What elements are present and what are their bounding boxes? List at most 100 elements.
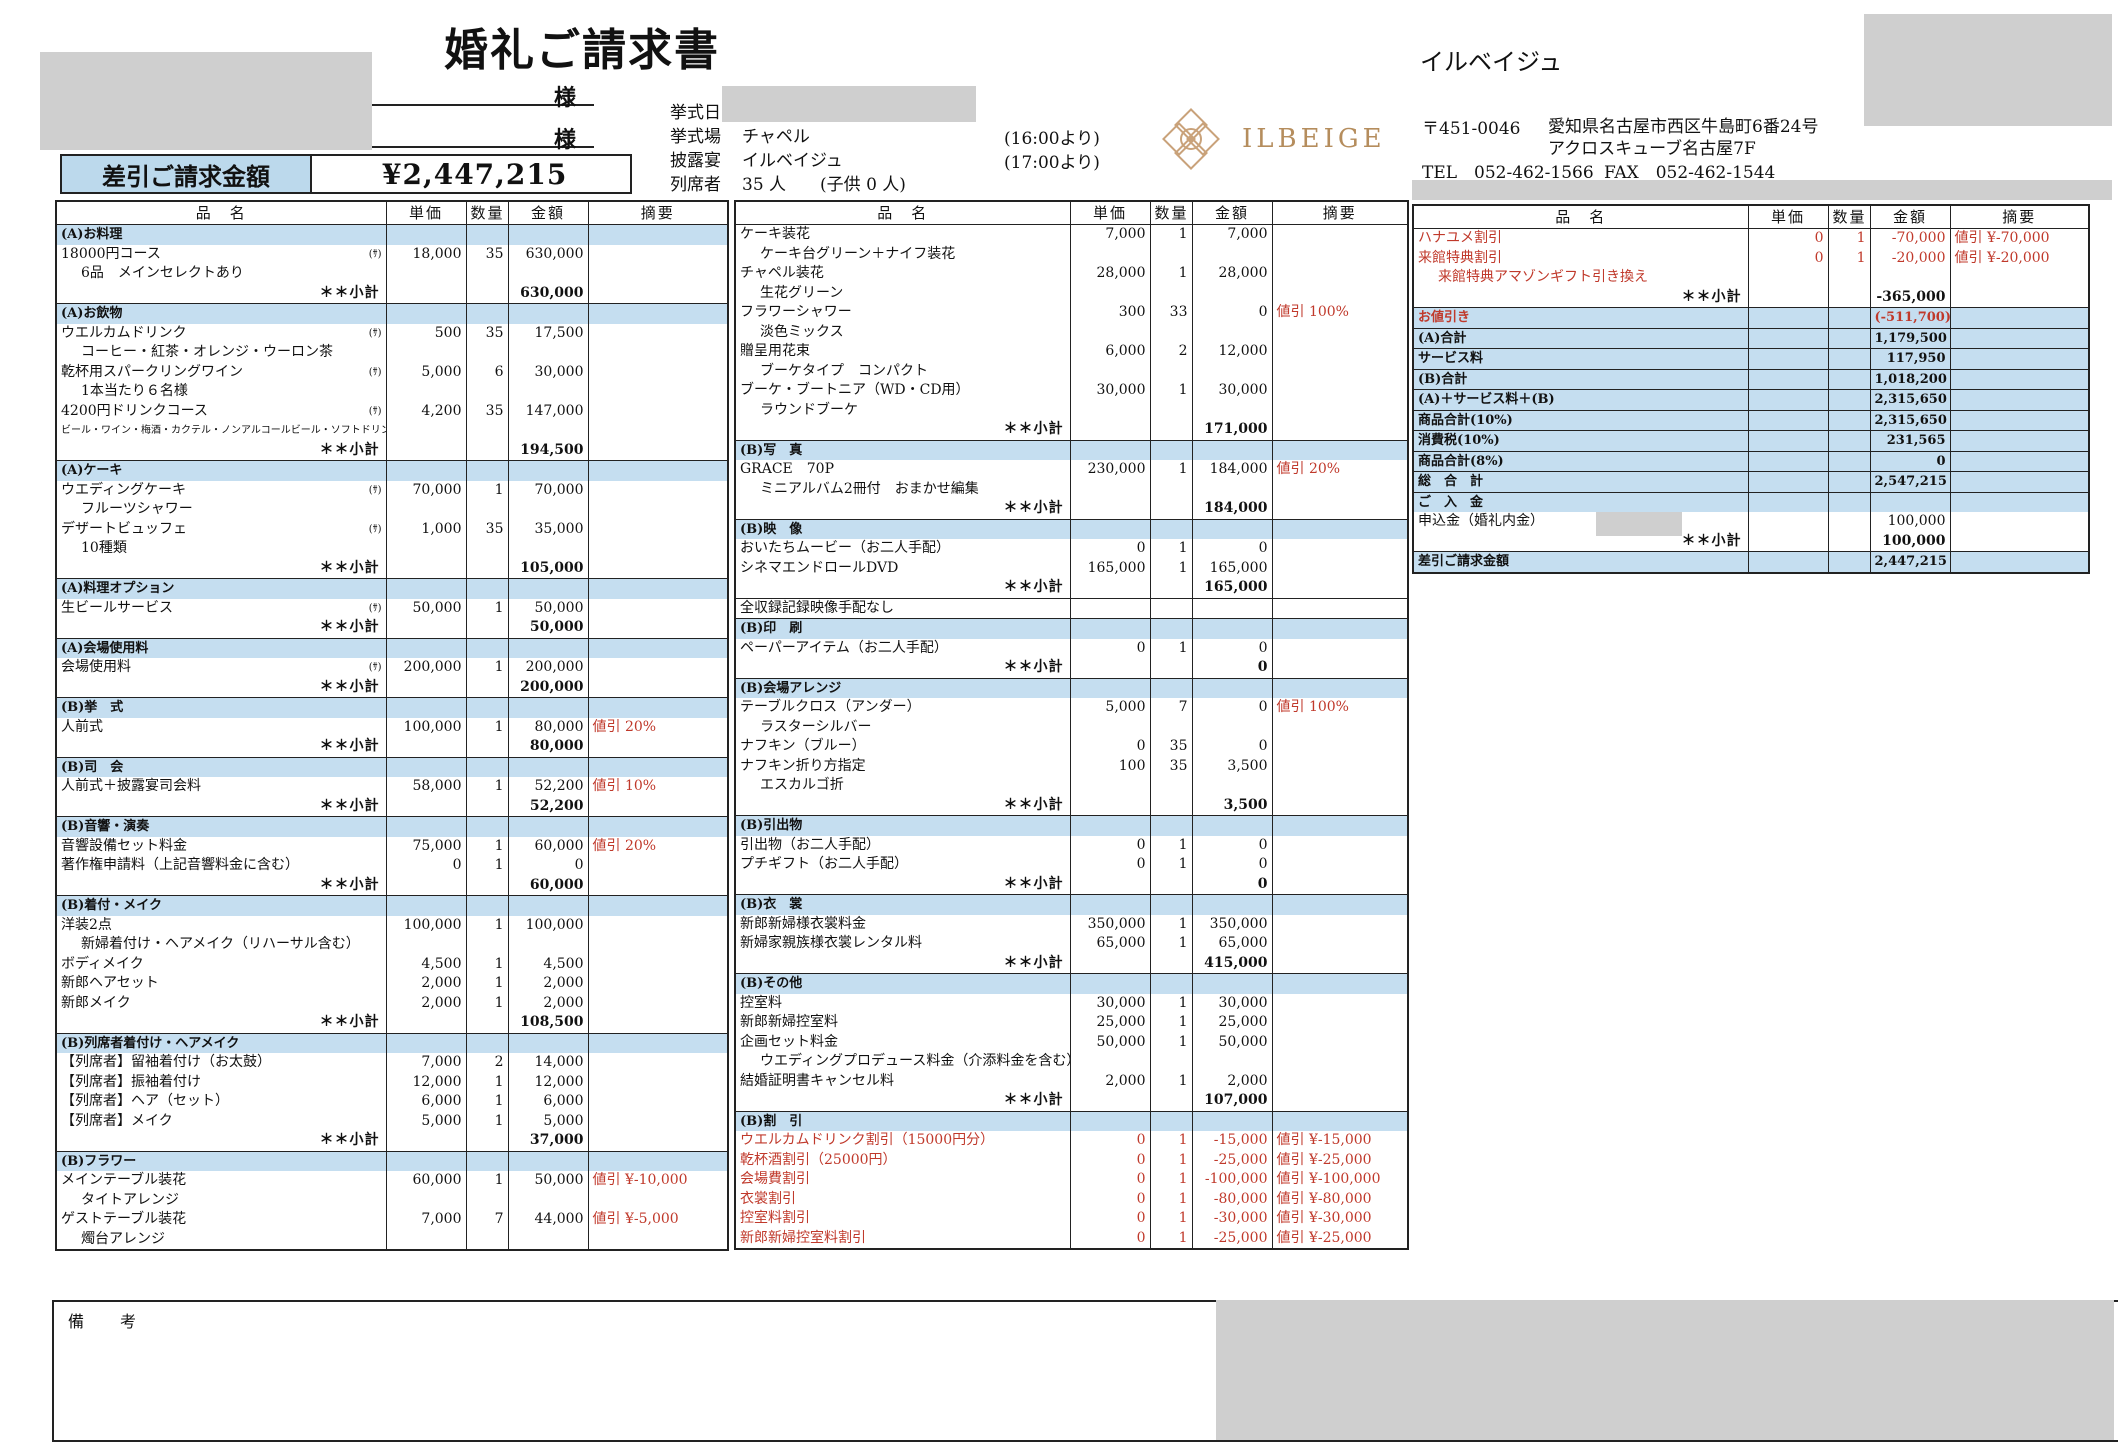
amount: 30,000 <box>1191 993 1273 1013</box>
empty-cell <box>1949 491 2090 512</box>
service-tag: (ｻ) <box>368 484 382 496</box>
section-header-row: (A)お飲物 <box>55 303 729 324</box>
empty-cell <box>1271 658 1409 679</box>
item-name: ウエルカムドリンク割引（15000円分） <box>734 1131 1071 1151</box>
memo: 値引 100% <box>1271 698 1409 718</box>
subtotal-amount: -365,000 <box>1869 287 1951 308</box>
empty-cell <box>1069 420 1151 441</box>
quantity: 1 <box>465 856 509 876</box>
empty-cell <box>465 1229 509 1250</box>
empty-cell <box>507 935 589 955</box>
empty-cell <box>1149 479 1193 499</box>
empty-cell <box>1271 420 1409 441</box>
amount: 0 <box>507 856 589 876</box>
unit-price: 7,000 <box>1069 224 1151 245</box>
memo <box>587 362 729 382</box>
memo <box>1949 512 2090 532</box>
line-item-row: 洋装2点 100,000 1 100,000 <box>55 915 729 935</box>
unit-price: 100,000 <box>385 915 467 935</box>
amount: 630,000 <box>507 244 589 264</box>
quantity: 1 <box>465 658 509 678</box>
item-name: デザートビュッフェ (ｻ) <box>55 519 387 539</box>
item-name: 洋装2点 <box>55 915 387 935</box>
empty-cell <box>1747 450 1829 472</box>
ilbeige-logo-icon <box>1162 108 1220 170</box>
section-title: (A)ケーキ <box>55 460 387 481</box>
item-name: 【列席者】ヘア（セット） <box>55 1092 387 1112</box>
table-header-row: 品 名 単価 数量 金額 摘要 <box>1412 205 2090 229</box>
item-name: 乾杯用スパークリングワイン (ｻ) <box>55 362 387 382</box>
empty-cell <box>1149 658 1193 679</box>
empty-cell <box>1949 430 2090 451</box>
note-row: ブーケタイプ コンパクト <box>734 361 1409 381</box>
line-item-row: シネマエンドロールDVD 165,000 1 165,000 <box>734 558 1409 578</box>
empty-cell <box>465 1190 509 1210</box>
redacted-stamp <box>1864 14 2112 126</box>
unit-price: 1,000 <box>385 519 467 539</box>
subtotal-row: ＊＊小計 108,500 <box>55 1013 729 1034</box>
empty-cell <box>465 264 509 284</box>
total-amount-box: 差引ご請求金額 ¥2,447,215 <box>60 154 632 194</box>
amount: 25,000 <box>1191 1013 1273 1033</box>
quantity: 35 <box>465 519 509 539</box>
item-name: チャペル装花 <box>734 264 1071 284</box>
amount: -25,000 <box>1191 1228 1273 1249</box>
empty-cell <box>1149 322 1193 342</box>
item-name-text: シネマエンドロールDVD <box>740 559 899 576</box>
amount: -15,000 <box>1191 1131 1273 1151</box>
quantity: 1 <box>1149 638 1193 658</box>
subtotal-label: ＊＊小計 <box>55 875 387 896</box>
subtotal-label: ＊＊小計 <box>734 658 1071 679</box>
memo <box>587 401 729 421</box>
note-row: 1本当たり６名様 <box>55 382 729 402</box>
note-row: ウエディングプロデュース料金（介添料金を含む） <box>734 1052 1409 1072</box>
summary-amount: 2,315,650 <box>1869 409 1951 431</box>
unit-price: 0 <box>1069 1209 1151 1229</box>
empty-cell <box>1747 287 1829 308</box>
unit-price: 18,000 <box>385 244 467 264</box>
redacted-strip <box>1412 180 2112 200</box>
item-note: 淡色ミックス <box>734 322 1071 342</box>
quantity <box>1827 512 1871 532</box>
memo <box>587 1072 729 1092</box>
item-name-text: ウエディングケーキ <box>61 481 187 498</box>
quantity: 1 <box>1149 914 1193 934</box>
item-name-text: ペーパーアイテム（お二人手配） <box>740 639 948 656</box>
section-title: (B)音響・演奏 <box>55 816 387 837</box>
header-price: 単価 <box>1747 205 1829 229</box>
empty-cell <box>587 343 729 363</box>
item-name: ブーケ・ブートニア（WD・CD用） <box>734 381 1071 401</box>
summary-row: 消費税(10%) 231,565 <box>1412 430 2090 451</box>
line-item-row: 新郎新婦控室料 25,000 1 25,000 <box>734 1013 1409 1033</box>
unit-price: 0 <box>1069 835 1151 855</box>
empty-cell <box>1149 361 1193 381</box>
amount: 147,000 <box>507 401 589 421</box>
line-item-row: 新郎新婦控室料割引 0 1 -25,000 値引 ¥-25,000 <box>734 1228 1409 1249</box>
empty-cell <box>465 303 509 324</box>
amount: 30,000 <box>507 362 589 382</box>
empty-cell <box>1271 973 1409 994</box>
quantity: 1 <box>465 974 509 994</box>
venue-time: (16:00より) <box>1004 129 1100 149</box>
item-note: 6品 メインセレクトあり <box>55 264 387 284</box>
item-note: 10種類 <box>55 539 387 559</box>
unit-price: 50,000 <box>385 598 467 618</box>
empty-cell <box>1191 1052 1273 1072</box>
header-item: 品 名 <box>734 201 1071 225</box>
empty-cell <box>1149 283 1193 303</box>
summary-row: 差引ご請求金額 2,447,215 <box>1412 551 2090 573</box>
empty-cell <box>1747 389 1829 410</box>
empty-cell <box>385 558 467 579</box>
empty-cell <box>1069 400 1151 420</box>
section-title: (B)会場アレンジ <box>734 677 1071 698</box>
note-row: ビール・ワイン・梅酒・カクテル・ノンアルコールビール・ソフトドリンク・ノンアルコ… <box>55 421 729 441</box>
empty-cell <box>1191 776 1273 796</box>
empty-cell <box>587 303 729 324</box>
subtotal-amount: 0 <box>1191 874 1273 895</box>
empty-cell <box>507 1150 589 1171</box>
empty-cell <box>1191 439 1273 460</box>
empty-cell <box>1191 479 1273 499</box>
item-name: 乾杯酒割引（25000円） <box>734 1150 1071 1170</box>
section-header-row: (B)着付・メイク <box>55 895 729 916</box>
empty-cell <box>1747 409 1829 431</box>
